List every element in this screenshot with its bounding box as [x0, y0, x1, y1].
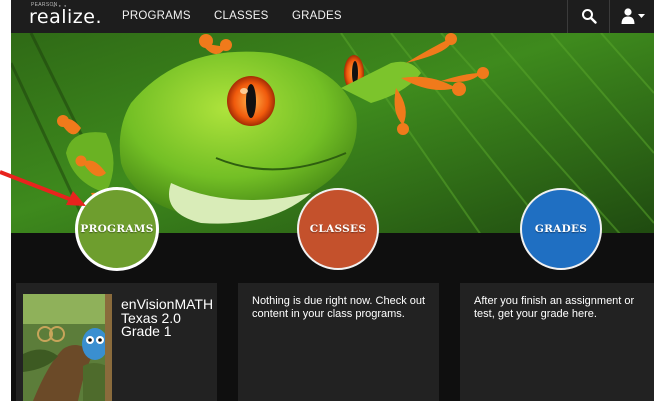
annotation-arrow [0, 170, 86, 206]
program-card[interactable]: enVisionMATH Texas 2.0 Grade 1 [16, 283, 217, 401]
nav-classes[interactable]: CLASSES [214, 10, 268, 22]
realize-logo[interactable]: PEARSON ● ● ● realize. [29, 2, 109, 30]
classes-circle-label: CLASSES [309, 223, 367, 235]
grades-card-text: After you finish an assignment or test, … [474, 295, 635, 320]
app-frame: PEARSON ● ● ● realize. PROGRAMS CLASSES … [11, 0, 654, 401]
nav-divider [567, 0, 568, 33]
nav-grades[interactable]: GRADES [292, 10, 342, 22]
grades-card: After you finish an assignment or test, … [460, 283, 654, 401]
grades-circle-button[interactable]: GRADES [520, 188, 602, 270]
nav-programs[interactable]: PROGRAMS [122, 10, 191, 22]
program-title[interactable]: enVisionMATH Texas 2.0 Grade 1 [121, 297, 213, 339]
search-icon[interactable] [581, 8, 597, 24]
program-title-line: Grade 1 [121, 323, 172, 339]
top-nav: PEARSON ● ● ● realize. PROGRAMS CLASSES … [11, 0, 654, 33]
classes-circle-button[interactable]: CLASSES [297, 188, 379, 270]
classes-card: Nothing is due right now. Check out cont… [238, 283, 439, 401]
caret-down-icon [638, 14, 645, 18]
programs-circle-label: PROGRAMS [80, 223, 154, 235]
nav-divider [609, 0, 610, 33]
brand-word: realize. [29, 6, 102, 28]
classes-card-text: Nothing is due right now. Check out cont… [252, 295, 426, 320]
user-menu-button[interactable] [621, 7, 649, 25]
grades-circle-label: GRADES [534, 223, 588, 235]
book-cover-image [23, 294, 112, 401]
user-icon [621, 8, 635, 24]
